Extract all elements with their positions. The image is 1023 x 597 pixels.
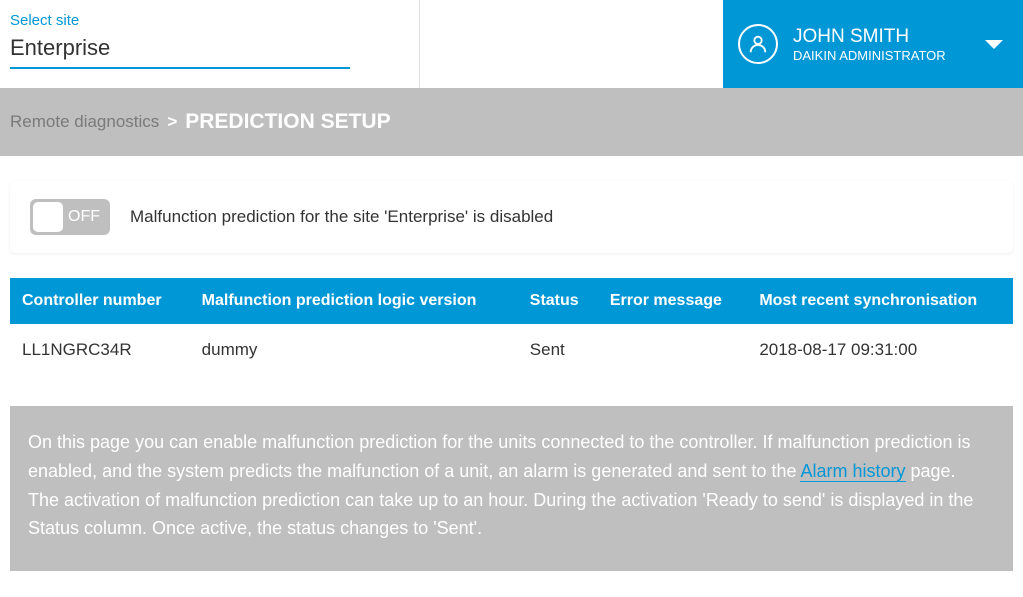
table-header-row: Controller number Malfunction prediction…: [10, 278, 1013, 324]
cell-logic-version: dummy: [190, 324, 518, 376]
breadcrumb-parent[interactable]: Remote diagnostics: [10, 112, 159, 132]
user-icon: [738, 24, 778, 64]
cell-error-message: [598, 324, 747, 376]
user-info: JOHN SMITH DAIKIN ADMINISTRATOR: [793, 26, 975, 63]
info-text-1b: page.: [906, 461, 956, 481]
table-row: LL1NGRC34R dummy Sent 2018-08-17 09:31:0…: [10, 324, 1013, 376]
th-controller-number: Controller number: [10, 278, 190, 324]
toggle-state-label: OFF: [68, 208, 100, 226]
info-box: On this page you can enable malfunction …: [10, 406, 1013, 571]
chevron-down-icon: [985, 40, 1003, 49]
th-recent-sync: Most recent synchronisation: [747, 278, 1013, 324]
cell-recent-sync: 2018-08-17 09:31:00: [747, 324, 1013, 376]
cell-controller-number: LL1NGRC34R: [10, 324, 190, 376]
prediction-toggle[interactable]: OFF: [30, 199, 110, 235]
site-selector[interactable]: Select site Enterprise: [0, 0, 420, 88]
th-error-message: Error message: [598, 278, 747, 324]
controllers-table: Controller number Malfunction prediction…: [10, 278, 1013, 376]
cell-status: Sent: [518, 324, 598, 376]
toggle-description: Malfunction prediction for the site 'Ent…: [130, 207, 553, 227]
user-role: DAIKIN ADMINISTRATOR: [793, 48, 975, 63]
user-name: JOHN SMITH: [793, 26, 975, 48]
site-select-value: Enterprise: [10, 35, 350, 69]
toggle-knob: [33, 202, 63, 232]
main-content: OFF Malfunction prediction for the site …: [0, 156, 1023, 571]
site-select-label: Select site: [10, 12, 409, 29]
user-menu[interactable]: JOHN SMITH DAIKIN ADMINISTRATOR: [723, 0, 1023, 88]
info-text-2: The activation of malfunction prediction…: [28, 490, 973, 539]
header: Select site Enterprise JOHN SMITH DAIKIN…: [0, 0, 1023, 88]
header-spacer: [420, 0, 723, 88]
breadcrumb-separator: >: [167, 112, 177, 132]
th-logic-version: Malfunction prediction logic version: [190, 278, 518, 324]
prediction-toggle-card: OFF Malfunction prediction for the site …: [10, 181, 1013, 253]
breadcrumb: Remote diagnostics > PREDICTION SETUP: [0, 88, 1023, 156]
breadcrumb-current: PREDICTION SETUP: [185, 110, 390, 134]
th-status: Status: [518, 278, 598, 324]
alarm-history-link[interactable]: Alarm history: [800, 461, 905, 482]
